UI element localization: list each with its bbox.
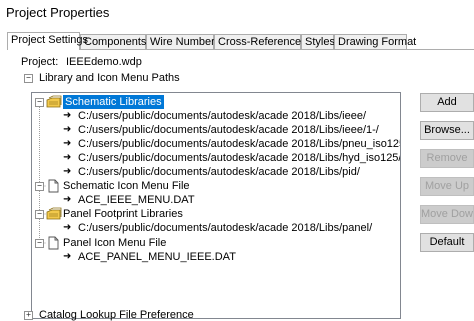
catalog-group-label: Catalog Lookup File Preference xyxy=(39,309,194,321)
tab-drawing-format[interactable]: Drawing Format xyxy=(334,34,416,49)
tab-styles[interactable]: Styles xyxy=(301,34,335,49)
document-icon xyxy=(48,236,59,250)
arrow-right-icon: ➜ xyxy=(63,166,72,177)
panel-path-label: C:/users/public/documents/autodesk/acade… xyxy=(78,222,373,234)
project-value: IEEEdemo.wdp xyxy=(66,56,142,68)
tree-node-panel-path[interactable]: ➜ C:/users/public/documents/autodesk/aca… xyxy=(32,221,400,235)
move-up-button[interactable]: Move Up xyxy=(420,177,474,196)
add-button[interactable]: Add xyxy=(420,93,474,112)
move-down-button[interactable]: Move Down xyxy=(420,205,474,224)
schematic-path-label: C:/users/public/documents/autodesk/acade… xyxy=(78,110,367,122)
tree-node-schematic-path-2[interactable]: ➜ C:/users/public/documents/autodesk/aca… xyxy=(32,123,400,137)
tree-node-schematic-path-1[interactable]: ➜ C:/users/public/documents/autodesk/aca… xyxy=(32,109,400,123)
tree-node-panel-footprint-libraries[interactable]: − Panel Footprint Libraries xyxy=(32,207,400,221)
tree-node-schematic-path-4[interactable]: ➜ C:/users/public/documents/autodesk/aca… xyxy=(32,151,400,165)
schematic-path-label: C:/users/public/documents/autodesk/acade… xyxy=(78,138,401,150)
panel-footprint-label[interactable]: Panel Footprint Libraries xyxy=(63,207,183,221)
schematic-path-label: C:/users/public/documents/autodesk/acade… xyxy=(78,152,401,164)
window-title: Project Properties xyxy=(6,5,110,20)
arrow-right-icon: ➜ xyxy=(63,110,72,121)
arrow-right-icon: ➜ xyxy=(63,222,72,233)
arrow-right-icon: ➜ xyxy=(63,152,72,163)
schematic-icon-menu-collapse-toggle[interactable]: − xyxy=(35,182,44,191)
tree-node-panel-menu-file[interactable]: ➜ ACE_PANEL_MENU_IEEE.DAT xyxy=(32,250,400,264)
arrow-right-icon: ➜ xyxy=(63,194,72,205)
tab-components[interactable]: Components xyxy=(80,34,146,49)
tree-node-schematic-menu-file[interactable]: ➜ ACE_IEEE_MENU.DAT xyxy=(32,193,400,207)
panel-footprint-collapse-toggle[interactable]: − xyxy=(35,210,44,219)
panel-menu-file-label: ACE_PANEL_MENU_IEEE.DAT xyxy=(78,251,236,263)
folder-stack-icon xyxy=(46,95,62,108)
project-label: Project: xyxy=(21,56,59,68)
document-icon xyxy=(48,179,59,193)
remove-button[interactable]: Remove xyxy=(420,149,474,168)
tree-node-schematic-path-5[interactable]: ➜ C:/users/public/documents/autodesk/aca… xyxy=(32,165,400,179)
default-button[interactable]: Default xyxy=(420,233,474,252)
schematic-icon-menu-label[interactable]: Schematic Icon Menu File xyxy=(63,179,190,193)
tree-node-schematic-icon-menu[interactable]: − Schematic Icon Menu File xyxy=(32,179,400,193)
arrow-right-icon: ➜ xyxy=(63,251,72,262)
arrow-right-icon: ➜ xyxy=(63,124,72,135)
library-group-label: Library and Icon Menu Paths xyxy=(39,72,180,84)
schematic-path-label: C:/users/public/documents/autodesk/acade… xyxy=(78,166,360,178)
arrow-right-icon: ➜ xyxy=(63,138,72,149)
panel-icon-menu-label[interactable]: Panel Icon Menu File xyxy=(63,236,166,250)
schematic-libraries-collapse-toggle[interactable]: − xyxy=(35,98,44,107)
browse-button[interactable]: Browse... xyxy=(420,121,474,140)
library-paths-tree[interactable]: − Schematic Libraries ➜ C:/users/public/… xyxy=(31,92,401,319)
folder-stack-icon xyxy=(46,207,62,220)
tab-cross-references[interactable]: Cross-References xyxy=(214,34,307,49)
tree-node-panel-icon-menu[interactable]: − Panel Icon Menu File xyxy=(32,236,400,250)
tree-node-schematic-libraries[interactable]: − Schematic Libraries xyxy=(32,95,400,109)
tree-node-schematic-path-3[interactable]: ➜ C:/users/public/documents/autodesk/aca… xyxy=(32,137,400,151)
panel-icon-menu-collapse-toggle[interactable]: − xyxy=(35,239,44,248)
tab-project-settings[interactable]: Project Settings xyxy=(7,32,88,50)
schematic-libraries-label[interactable]: Schematic Libraries xyxy=(63,95,164,109)
library-group-collapse-toggle[interactable]: − xyxy=(24,74,33,83)
schematic-path-label: C:/users/public/documents/autodesk/acade… xyxy=(78,124,379,136)
schematic-menu-file-label: ACE_IEEE_MENU.DAT xyxy=(78,194,195,206)
tab-wire-numbers[interactable]: Wire Numbers xyxy=(146,34,220,49)
